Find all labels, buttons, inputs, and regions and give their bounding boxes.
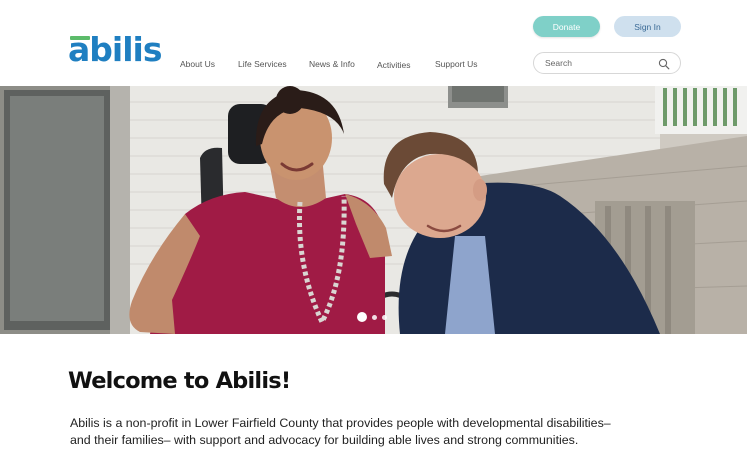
welcome-heading: Welcome to Abilis! bbox=[68, 368, 291, 394]
nav-news-info[interactable]: News & Info bbox=[309, 59, 355, 69]
nav-support-us[interactable]: Support Us bbox=[435, 59, 478, 69]
search-input[interactable] bbox=[545, 58, 655, 68]
search-icon[interactable] bbox=[658, 58, 670, 70]
nav-life-services[interactable]: Life Services bbox=[238, 59, 287, 69]
intro-line-2: and their families– with support and adv… bbox=[70, 433, 579, 447]
carousel-dots bbox=[357, 312, 392, 322]
hero-photo bbox=[0, 86, 747, 334]
carousel-dot-1[interactable] bbox=[357, 312, 367, 322]
intro-line-1: Abilis is a non-profit in Lower Fairfiel… bbox=[70, 416, 611, 430]
hero-carousel bbox=[0, 86, 747, 334]
carousel-dot-3[interactable] bbox=[382, 314, 387, 320]
abilis-logo[interactable]: abilis bbox=[68, 33, 162, 66]
nav-activities[interactable]: Activities bbox=[377, 60, 411, 70]
logo-wordmark[interactable]: abilis bbox=[68, 33, 162, 66]
nav-about-us[interactable]: About Us bbox=[180, 59, 215, 69]
sign-in-button[interactable]: Sign In bbox=[614, 16, 681, 37]
site-header: abilis About Us Life Services News & Inf… bbox=[0, 0, 747, 86]
intro-paragraph: Abilis is a non-profit in Lower Fairfiel… bbox=[70, 415, 690, 449]
search-box bbox=[533, 52, 681, 74]
carousel-dot-2[interactable] bbox=[372, 314, 377, 320]
donate-button[interactable]: Donate bbox=[533, 16, 600, 37]
